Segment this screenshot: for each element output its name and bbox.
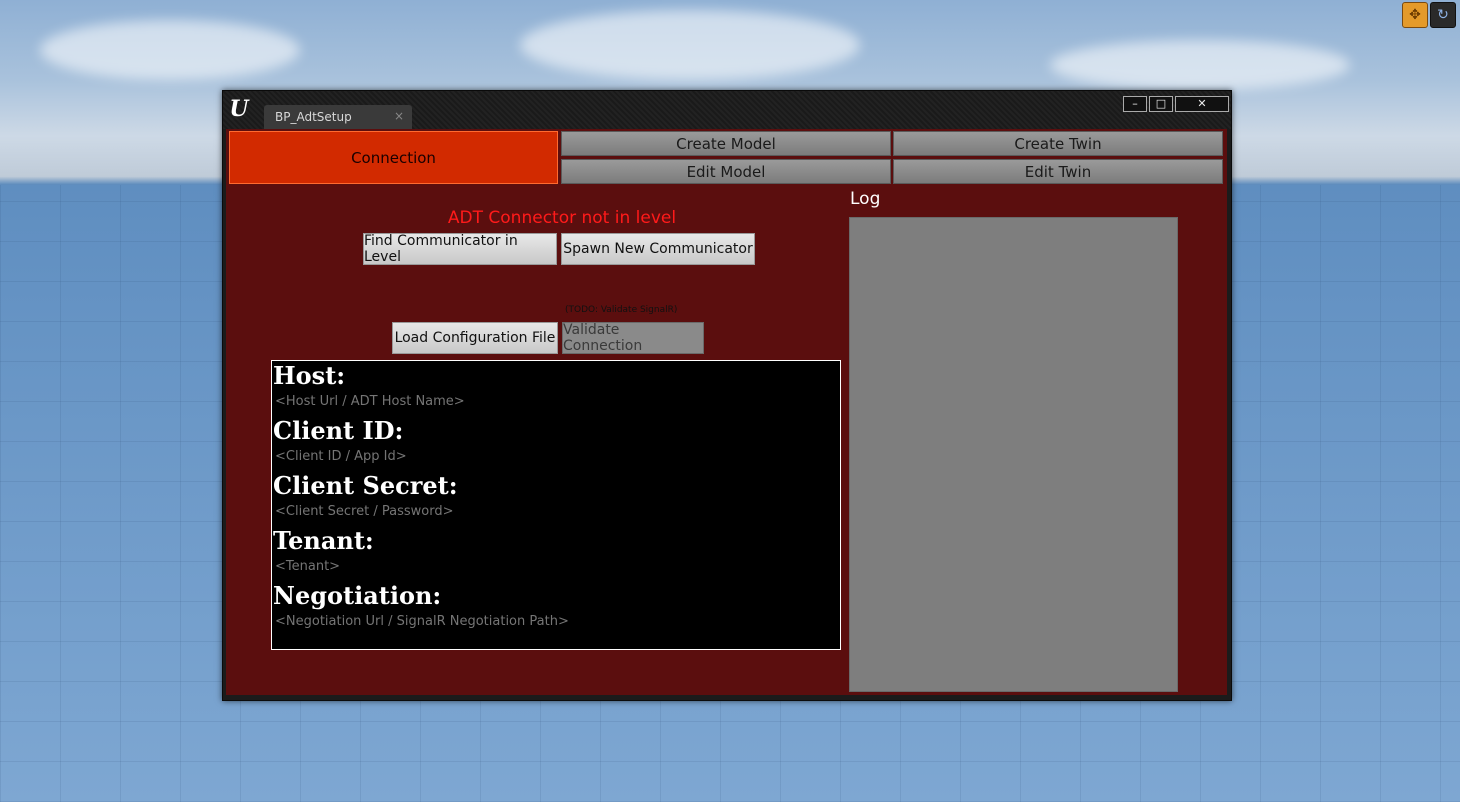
log-title: Log <box>850 189 881 209</box>
negotiation-input[interactable] <box>275 614 815 629</box>
tenant-input[interactable] <box>275 559 815 574</box>
tab-bp-adtsetup[interactable]: BP_AdtSetup × <box>264 105 412 129</box>
tab-connection[interactable]: Connection <box>229 131 558 184</box>
tab-edit-model[interactable]: Edit Model <box>561 159 891 184</box>
cloud <box>520 10 860 80</box>
spawn-communicator-button[interactable]: Spawn New Communicator <box>561 233 755 265</box>
tab-close-icon[interactable]: × <box>394 109 404 123</box>
maximize-button[interactable]: □ <box>1149 96 1173 112</box>
title-bar[interactable]: U BP_AdtSetup × – □ ✕ <box>223 91 1231 129</box>
window-controls: – □ ✕ <box>1123 96 1229 112</box>
find-communicator-button[interactable]: Find Communicator in Level <box>363 233 557 265</box>
tab-edit-twin[interactable]: Edit Twin <box>893 159 1223 184</box>
unreal-logo-icon: U <box>229 96 249 122</box>
tab-create-model[interactable]: Create Model <box>561 131 891 156</box>
negotiation-label: Negotiation: <box>273 581 442 610</box>
validate-connection-button[interactable]: Validate Connection <box>562 322 704 354</box>
host-input[interactable] <box>275 394 815 409</box>
tab-create-twin[interactable]: Create Twin <box>893 131 1223 156</box>
blueprint-editor-window: U BP_AdtSetup × – □ ✕ Connection Create … <box>222 90 1232 701</box>
client-secret-label: Client Secret: <box>273 471 458 500</box>
widget-panel: Connection Create Model Create Twin Edit… <box>226 129 1227 695</box>
cloud <box>40 20 300 80</box>
log-panel[interactable] <box>849 217 1178 692</box>
client-id-input[interactable] <box>275 449 815 464</box>
load-config-button[interactable]: Load Configuration File <box>392 322 558 354</box>
host-label: Host: <box>273 361 346 390</box>
move-tool-icon[interactable]: ✥ <box>1402 2 1428 28</box>
connection-settings-form: Host: Client ID: Client Secret: Tenant: … <box>271 360 841 650</box>
todo-note: (TODO: Validate SignalR) <box>565 305 678 315</box>
tab-label: BP_AdtSetup <box>275 110 352 124</box>
connector-status-text: ADT Connector not in level <box>447 208 677 228</box>
close-button[interactable]: ✕ <box>1175 96 1229 112</box>
viewport-toolbar: ✥ ↻ <box>1402 2 1460 28</box>
client-secret-input[interactable] <box>275 504 815 519</box>
tenant-label: Tenant: <box>273 526 374 555</box>
client-id-label: Client ID: <box>273 416 404 445</box>
minimize-button[interactable]: – <box>1123 96 1147 112</box>
cloud <box>1050 40 1350 90</box>
rotate-tool-icon[interactable]: ↻ <box>1430 2 1456 28</box>
